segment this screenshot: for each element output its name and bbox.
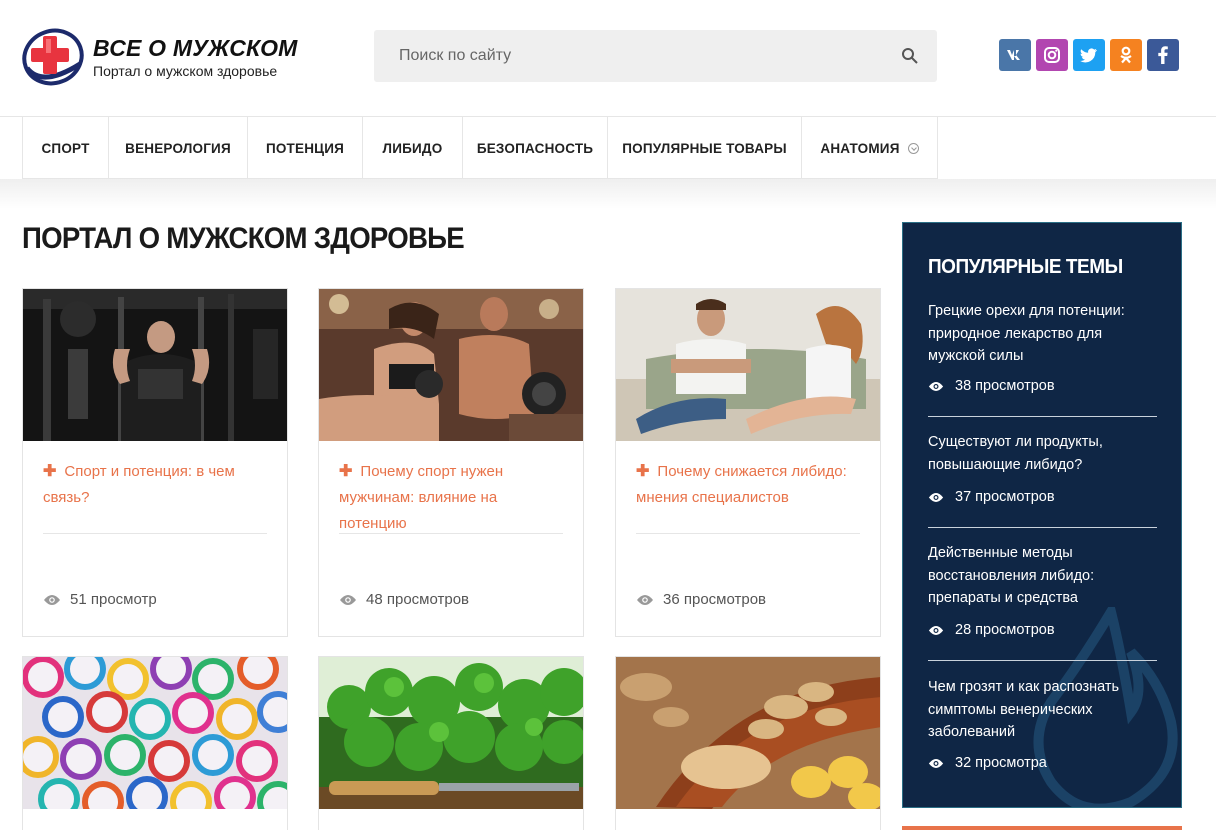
chevron-down-icon <box>907 142 919 154</box>
views-count: 32 просмотра <box>955 755 1047 771</box>
card-title-text: Спорт и потенция: в чем связь? <box>43 463 235 506</box>
plus-icon: ✚ <box>636 463 650 480</box>
card-divider <box>636 533 860 534</box>
popular-topic-link[interactable]: Существуют ли продукты, повышающие либид… <box>928 431 1158 476</box>
nav-item-popular-products[interactable]: ПОПУЛЯРНЫЕ ТОВАРЫ <box>607 117 801 179</box>
eye-icon <box>637 594 653 605</box>
parsley-photo[interactable] <box>319 657 583 809</box>
page-title: ПОРТАЛ О МУЖСКОМ ЗДОРОВЬЕ <box>22 222 465 255</box>
card-views: 36 просмотров <box>636 591 766 608</box>
views-count: 36 просмотров <box>663 591 767 608</box>
search-input[interactable] <box>374 30 894 82</box>
popular-topic-item[interactable]: Грецкие орехи для потенции: природное ле… <box>928 300 1158 368</box>
eye-icon <box>928 758 944 768</box>
main-navigation: СПОРТ ВЕНЕРОЛОГИЯ ПОТЕНЦИЯ ЛИБИДО БЕЗОПА… <box>22 116 938 179</box>
views-count: 37 просмотров <box>955 489 1055 505</box>
popular-topic-views: 38 просмотров <box>928 378 1055 394</box>
popular-topic-item[interactable]: Существуют ли продукты, повышающие либид… <box>928 431 1158 476</box>
site-header: ВСЕ О МУЖСКОМ Портал о мужском здоровье <box>0 0 1216 116</box>
eye-icon <box>928 625 944 635</box>
odnoklassniki-icon[interactable] <box>1110 39 1142 71</box>
card-body: ✚ Почему снижается либидо: мнения специал… <box>636 459 860 511</box>
nav-item-potency[interactable]: ПОТЕНЦИЯ <box>247 117 362 179</box>
condoms-photo[interactable] <box>23 657 287 809</box>
eye-icon <box>340 594 356 605</box>
popular-topic-views: 28 просмотров <box>928 622 1055 638</box>
eye-icon <box>928 492 944 502</box>
card-views: 51 просмотр <box>43 591 157 608</box>
popular-topic-item[interactable]: Чем грозят и как распознать симптомы вен… <box>928 676 1158 744</box>
nav-item-anatomy-label: АНАТОМИЯ <box>820 140 900 156</box>
article-card[interactable] <box>22 656 288 830</box>
vk-icon[interactable] <box>999 39 1031 71</box>
views-count: 38 просмотров <box>955 378 1055 394</box>
couple-sofa-photo[interactable] <box>616 289 880 441</box>
sidebar-divider <box>928 416 1157 417</box>
nav-item-libido[interactable]: ЛИБИДО <box>362 117 462 179</box>
card-body: ✚ Почему спорт нужен мужчинам: влияние на… <box>339 459 563 537</box>
eye-icon <box>928 381 944 391</box>
views-count: 48 просмотров <box>366 591 470 608</box>
views-count: 51 просмотр <box>70 591 157 608</box>
search-icon[interactable] <box>901 47 919 65</box>
sidebar-title: ПОПУЛЯРНЫЕ ТЕМЫ <box>928 256 1123 278</box>
card-title-link[interactable]: ✚ Почему снижается либидо: мнения специал… <box>636 459 860 511</box>
card-title-text: Почему спорт нужен мужчинам: влияние на … <box>339 463 504 532</box>
medical-cross-logo-icon <box>22 28 84 86</box>
card-divider <box>339 533 563 534</box>
card-divider <box>43 533 267 534</box>
popular-topic-views: 32 просмотра <box>928 755 1047 771</box>
logo-title: ВСЕ О МУЖСКОМ <box>93 35 298 61</box>
popular-topic-views: 37 просмотров <box>928 489 1055 505</box>
card-title-link[interactable]: ✚ Спорт и потенция: в чем связь? <box>43 459 267 511</box>
plus-icon: ✚ <box>43 463 57 480</box>
gym-man-photo[interactable] <box>23 289 287 441</box>
popular-topic-link[interactable]: Действенные методы восстановления либидо… <box>928 542 1158 610</box>
sidebar-divider <box>928 527 1157 528</box>
views-count: 28 просмотров <box>955 622 1055 638</box>
site-logo[interactable]: ВСЕ О МУЖСКОМ Портал о мужском здоровье <box>22 26 322 86</box>
card-title-text: Почему снижается либидо: мнения специали… <box>636 463 847 506</box>
card-title-link[interactable]: ✚ Почему спорт нужен мужчинам: влияние на… <box>339 459 563 537</box>
card-body: ✚ Спорт и потенция: в чем связь? <box>43 459 267 511</box>
nav-item-sport[interactable]: СПОРТ <box>22 117 108 179</box>
facebook-icon[interactable] <box>1147 39 1179 71</box>
instagram-icon[interactable] <box>1036 39 1068 71</box>
fitness-couple-photo[interactable] <box>319 289 583 441</box>
article-card[interactable]: ✚ Почему спорт нужен мужчинам: влияние на… <box>318 288 584 637</box>
nav-shadow <box>0 179 1216 209</box>
search-box <box>374 30 937 82</box>
plus-icon: ✚ <box>339 463 353 480</box>
next-widget-edge <box>902 826 1182 830</box>
nav-item-anatomy[interactable]: АНАТОМИЯ <box>801 117 938 179</box>
article-card[interactable]: ✚ Почему снижается либидо: мнения специал… <box>615 288 881 637</box>
ginger-photo[interactable] <box>616 657 880 809</box>
nav-item-venereology[interactable]: ВЕНЕРОЛОГИЯ <box>108 117 247 179</box>
card-views: 48 просмотров <box>339 591 469 608</box>
twitter-icon[interactable] <box>1073 39 1105 71</box>
logo-subtitle: Портал о мужском здоровье <box>93 63 278 79</box>
article-card[interactable]: ✚ Спорт и потенция: в чем связь? 51 просм… <box>22 288 288 637</box>
article-card[interactable] <box>318 656 584 830</box>
article-card[interactable] <box>615 656 881 830</box>
popular-topics-sidebar: ПОПУЛЯРНЫЕ ТЕМЫ Грецкие орехи для потенц… <box>902 222 1182 808</box>
popular-topic-link[interactable]: Чем грозят и как распознать симптомы вен… <box>928 676 1158 744</box>
popular-topic-item[interactable]: Действенные методы восстановления либидо… <box>928 542 1158 610</box>
popular-topic-link[interactable]: Грецкие орехи для потенции: природное ле… <box>928 300 1158 368</box>
eye-icon <box>44 594 60 605</box>
nav-item-safety[interactable]: БЕЗОПАСНОСТЬ <box>462 117 607 179</box>
sidebar-divider <box>928 660 1157 661</box>
